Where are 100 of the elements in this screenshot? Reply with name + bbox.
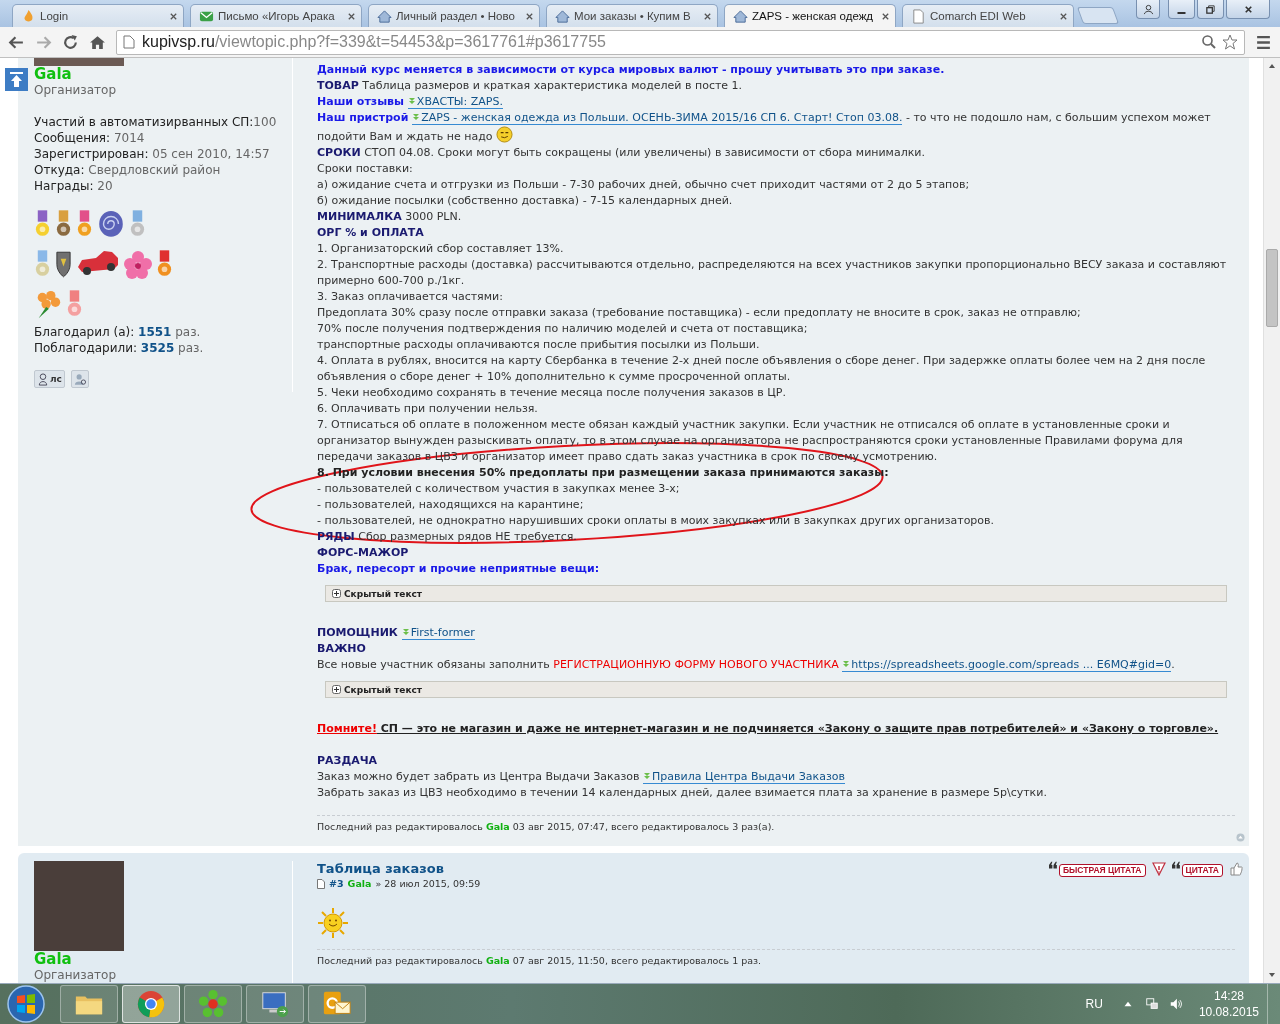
clock[interactable]: 14:28 10.08.2015 — [1198, 988, 1259, 1020]
post-text: МИНИМАЛКА 3000 PLN. — [317, 209, 463, 225]
post-text: СРОКИ СТОП 04.08. Сроки могут быть сокращены (или увеличены) в зависимости от сбора минималки. — [317, 145, 926, 161]
zoom-icon[interactable] — [1201, 34, 1217, 50]
post-text: Заказ можно будет забрать из Центра Выдачи Заказов Правила Центра Выдачи Заказов — [317, 769, 846, 785]
post-text: - пользователей с количеством участия в закупках менее 3-х; — [317, 481, 681, 497]
person-icon — [1142, 3, 1154, 15]
browser-tab[interactable]: Comarch EDI Web — [902, 4, 1074, 27]
post-text: ТОВАР Таблица размеров и краткая характеристика моделей в посте 1. — [317, 78, 744, 94]
post-text: Помните! СП — это не магазин и даже не интернет-магазин и не подчиняется «Закону о защите прав потребителей» и «Закону о торговле». — [317, 721, 1220, 737]
thumbs-up-icon[interactable] — [1229, 862, 1243, 876]
network-icon[interactable] — [1144, 997, 1159, 1011]
spoiler-toggle[interactable]: Скрытый текст — [325, 585, 1227, 602]
house-icon — [555, 8, 570, 24]
post-text: Брак, пересорт и прочие неприятные вещи: — [317, 561, 601, 577]
browser-tab[interactable]: ZAPS - женская одежд — [724, 4, 896, 27]
language-indicator[interactable]: RU — [1085, 997, 1103, 1011]
browser-tab[interactable]: Мои заказы • Купим В — [546, 4, 718, 27]
reload-icon[interactable] — [62, 33, 79, 51]
profile-field: Зарегистрирован: 05 сен 2010, 14:57 — [34, 146, 292, 162]
arrow-icon — [643, 772, 651, 780]
restore-button[interactable] — [1197, 0, 1224, 19]
scrollbar[interactable] — [1263, 58, 1280, 983]
profile-field: Откуда: Свердловский район — [34, 162, 292, 178]
spiral-icon — [97, 210, 125, 240]
star-icon[interactable] — [1222, 34, 1238, 50]
person-icon — [73, 372, 86, 386]
post-text: ВАЖНО — [317, 641, 367, 657]
spoiler-toggle[interactable]: Скрытый текст — [325, 681, 1227, 698]
minimize-icon — [1177, 11, 1186, 14]
post-text: 1. Организаторский сбор составляет 13%. — [317, 241, 565, 257]
author-rank: Организатор — [34, 967, 118, 983]
post-text: Наш пристрой ZAPS - женская одежда из Польши. ОСЕНЬ-ЗИМА 2015/16 СП 6. Старт! Стоп 03.08. - то что не подошло нам, с большим успехом может подойти Вам и ждать не надо — [317, 110, 1212, 145]
report-icon[interactable] — [1151, 862, 1166, 876]
person-icon — [37, 372, 49, 386]
link[interactable]: ХВАСТЫ: ZAPS. — [407, 95, 503, 109]
post-text: а) ожидание счета и отгрузки из Польши - 7-30 рабочих дней, обычно счет приходит частями от 2 до 5 этапов; — [317, 177, 971, 193]
post-text: 70% после получения подтверждения по наличию моделей и счета от поставщика; — [317, 321, 809, 337]
private-message-button[interactable]: лс — [34, 370, 65, 388]
close-icon[interactable] — [703, 11, 712, 21]
taskbar-folder-button[interactable] — [60, 985, 118, 1023]
post-text: РАЗДАЧА — [317, 753, 379, 769]
volume-icon[interactable] — [1168, 997, 1183, 1011]
page-icon — [123, 35, 135, 49]
profile-field: Награды: 20 — [34, 178, 292, 194]
post-text: 6. Оплачивать при получении нельзя. — [317, 401, 539, 417]
post-text: ОРГ % и ОПЛАТА — [317, 225, 425, 241]
quote-icon — [1048, 861, 1058, 869]
close-icon[interactable] — [347, 11, 356, 21]
house-icon — [377, 8, 392, 24]
close-icon[interactable] — [881, 11, 890, 21]
address-bar[interactable]: kupivsp.ru/viewtopic.php?f=339&t=54453&p=3617761#p3617755 — [116, 29, 1245, 55]
taskbar-browser-button[interactable] — [122, 985, 180, 1023]
post-date: » 28 июл 2015, 09:59 — [375, 878, 481, 889]
close-icon — [1242, 3, 1254, 15]
post-number-link[interactable]: #3 — [329, 878, 344, 889]
post-text: 4. Оплата в рублях, вносится на карту Сбербанка в течение 2-х дней после объявления о сборе денег. При задержке оплаты более чем на 2 дня после объявления о сборе денег + 10% дополнительно к сумме просроченной оплаты. — [317, 353, 1207, 385]
post-text: 3. Заказ оплачивается частями: — [317, 289, 504, 305]
post-text: Данный курс меняется в зависимости от курса мировых валют - прошу учитывать это при заказе. — [317, 62, 946, 78]
arrow-icon — [412, 113, 421, 121]
menu-icon[interactable] — [1255, 33, 1272, 51]
post-text: Сроки поставки: — [317, 161, 414, 177]
home-icon[interactable] — [89, 33, 106, 51]
author-rank: Организатор — [34, 82, 118, 98]
link[interactable]: First-former — [401, 626, 475, 640]
shield-icon — [55, 249, 72, 280]
quote-icon — [1171, 861, 1181, 869]
browser-tab[interactable]: Login — [12, 4, 184, 27]
minimize-button[interactable] — [1168, 0, 1195, 19]
post-text: Все новые участник обязаны заполнить РЕГИСТРАЦИОННУЮ ФОРМУ НОВОГО УЧАСТНИКА https://spreadsheets.google.com/spreads ... E6MQ#gid=0. — [317, 657, 1176, 673]
plus-icon — [332, 685, 341, 694]
post-title[interactable]: Таблица заказов — [317, 861, 481, 877]
monitor-icon — [260, 989, 290, 1019]
browser-tab[interactable]: Личный раздел • Ново — [368, 4, 540, 27]
post-text: Забрать заказ из ЦВЗ необходимо в течении 14 календарных дней, далее взимается плата за хранение в размере 5р\сутки. — [317, 785, 1048, 801]
post-text: транспортные расходы оплачиваются после прибытия посылки из Польши. — [317, 337, 761, 353]
post-text: 5. Чеки необходимо сохранять в течение месяца после получения заказов в ЦР. — [317, 385, 787, 401]
taskbar-mail-button[interactable] — [308, 985, 366, 1023]
smiley-icon — [496, 126, 514, 143]
house-icon — [733, 8, 748, 24]
start-button[interactable] — [6, 984, 46, 1024]
edit-note: Последний раз редактировалось Gala 07 авг 2015, 11:50, всего редактировалось 1 раз. — [317, 955, 763, 967]
close-icon[interactable] — [169, 11, 178, 21]
link[interactable]: Правила Центра Выдачи Заказов — [643, 770, 845, 784]
post-text: ФОРС-МАЖОР — [317, 545, 410, 561]
taskbar-remote-button[interactable] — [246, 985, 304, 1023]
close-icon[interactable] — [1059, 11, 1068, 21]
thanks-count: Благодарил (а): 1551 раз. — [34, 324, 202, 340]
link[interactable]: ZAPS - женская одежда из Польши. ОСЕНЬ-ЗИМА 2015/16 СП 6. Старт! Стоп 03.08. — [412, 111, 903, 125]
browser-tab[interactable]: Письмо «Игорь Арака — [190, 4, 362, 27]
profile-button[interactable] — [1136, 0, 1160, 19]
profile-button[interactable] — [70, 370, 89, 388]
sun-icon — [317, 907, 349, 939]
scroll-thumb[interactable] — [1266, 249, 1278, 327]
edit-note: Последний раз редактировалось Gala 03 авг 2015, 07:47, всего редактировалось 3 раз(а). — [317, 821, 776, 833]
post-text: 2. Транспортные расходы (доставка) рассчитываются отдельно, распределяются на всех участников закупки пропорционально ВЕСУ заказа и составляют примерно 600-700 р./1кг. — [317, 257, 1228, 289]
page-icon — [911, 8, 926, 24]
page-icon — [317, 878, 325, 889]
close-window-button[interactable] — [1226, 0, 1270, 19]
close-icon[interactable] — [525, 11, 534, 21]
